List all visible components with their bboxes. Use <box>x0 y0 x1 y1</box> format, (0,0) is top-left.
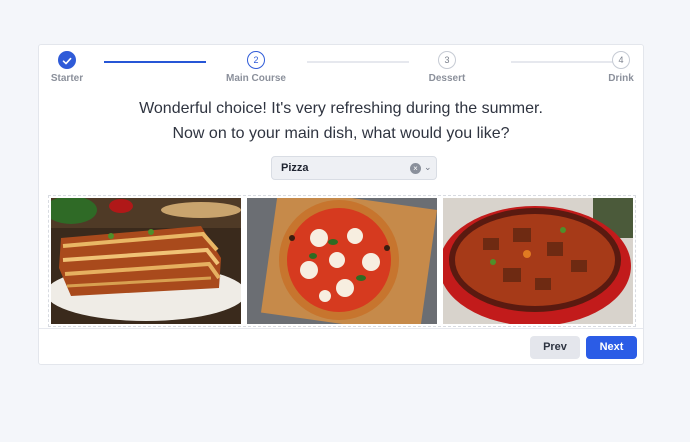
step-connector-2 <box>307 61 409 63</box>
step-connector-1 <box>104 61 206 63</box>
step-number: 3 <box>438 51 456 69</box>
check-icon <box>58 51 76 69</box>
clear-icon[interactable]: × <box>410 163 421 174</box>
next-button[interactable]: Next <box>586 336 637 359</box>
select-value: Pizza <box>281 162 309 174</box>
step-label: Starter <box>50 73 84 84</box>
step-drink[interactable]: 4 Drink <box>581 51 661 84</box>
prompt-line-1: Wonderful choice! It's very refreshing d… <box>139 100 543 117</box>
stew-image[interactable] <box>443 198 633 324</box>
step-starter[interactable]: Starter <box>27 51 107 84</box>
chevron-down-icon[interactable]: ⌄ <box>424 162 432 173</box>
prev-button[interactable]: Prev <box>530 336 580 359</box>
step-dessert[interactable]: 3 Dessert <box>407 51 487 84</box>
step-number: 4 <box>612 51 630 69</box>
pizza-image[interactable] <box>247 198 437 324</box>
step-number: 2 <box>247 51 265 69</box>
step-label: Dessert <box>428 73 466 84</box>
dish-image-row <box>48 195 636 327</box>
prompt-line-2: Now on to your main dish, what would you… <box>172 125 510 142</box>
main-dish-select[interactable]: Pizza × ⌄ <box>271 156 437 180</box>
footer-divider <box>39 328 643 329</box>
step-main-course[interactable]: 2 Main Course <box>216 51 296 84</box>
lasagna-image[interactable] <box>51 198 241 324</box>
wizard-card: Starter 2 Main Course 3 Dessert 4 Drink … <box>38 44 644 365</box>
step-label: Drink <box>608 73 634 84</box>
step-label: Main Course <box>225 73 286 84</box>
